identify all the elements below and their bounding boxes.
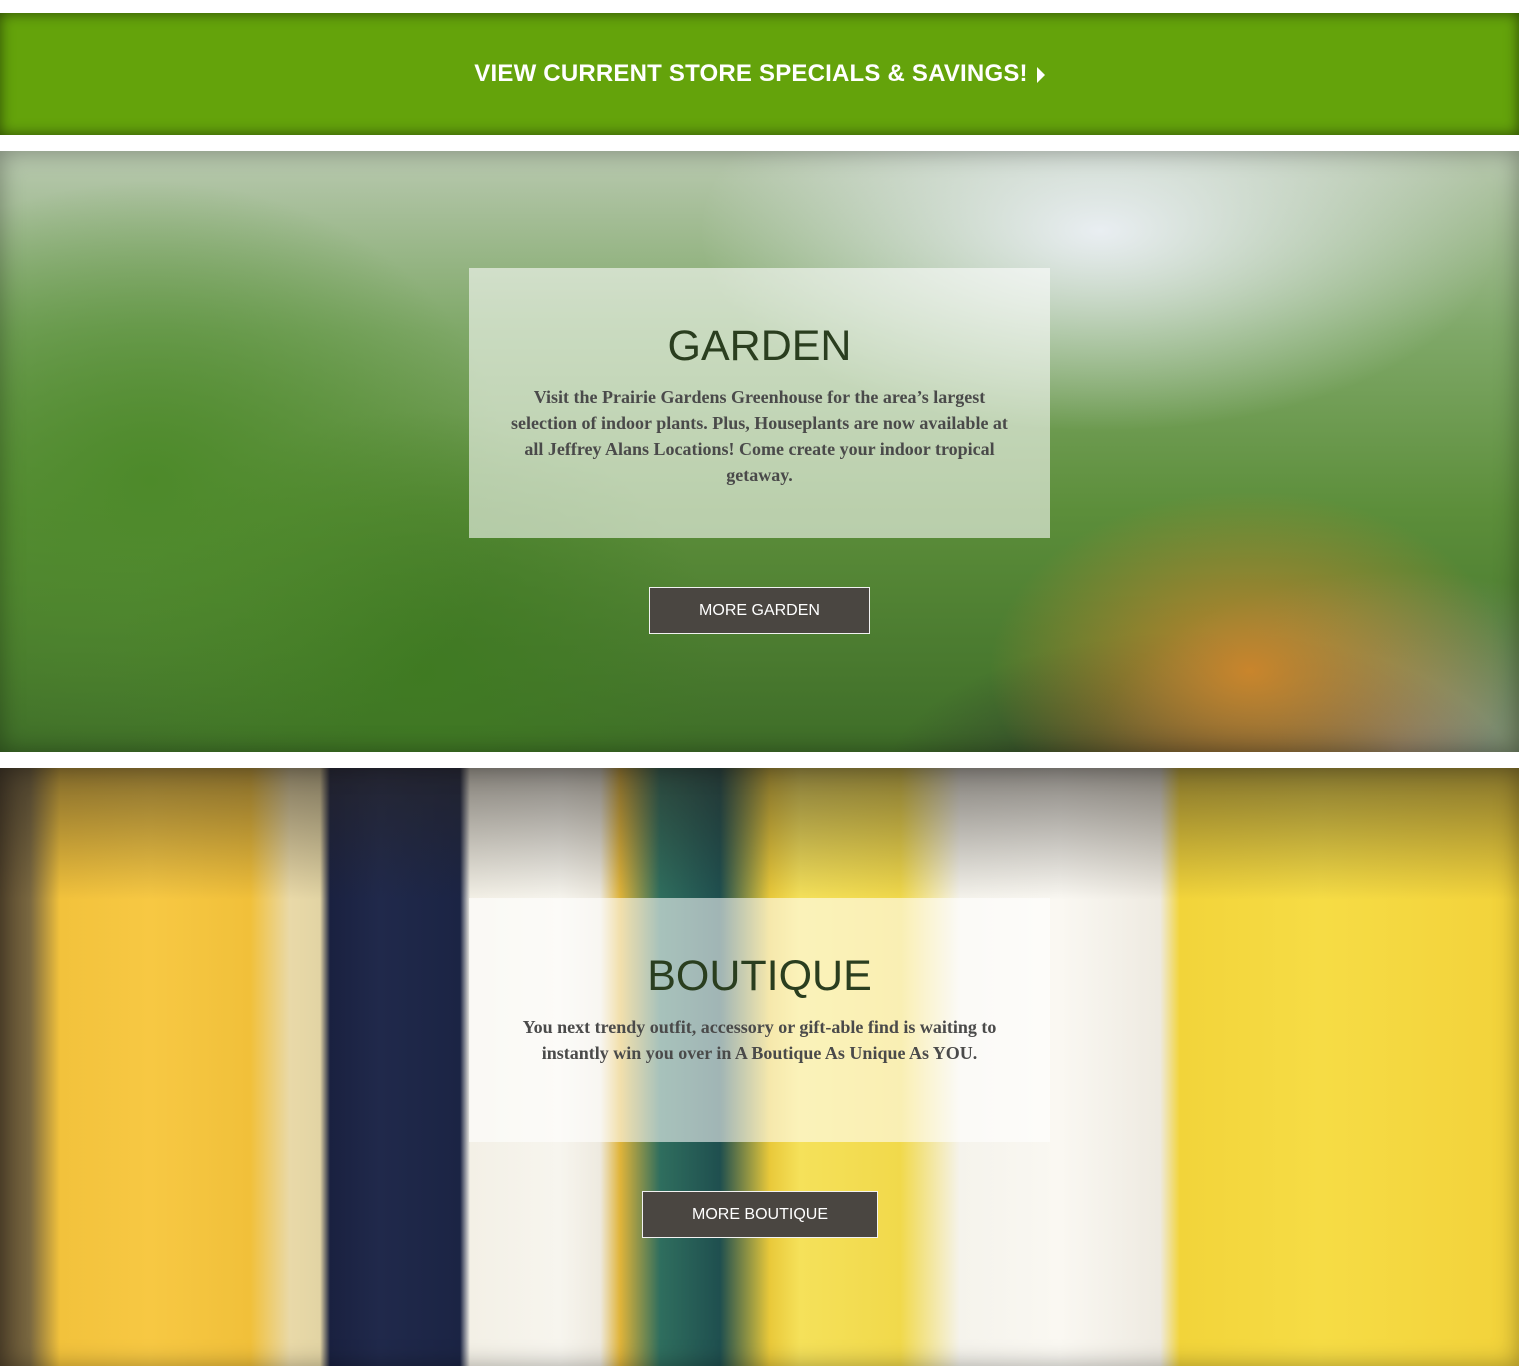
boutique-section: BOUTIQUE You next trendy outfit, accesso… <box>0 768 1519 1366</box>
boutique-title: BOUTIQUE <box>647 952 872 1000</box>
boutique-info-card: BOUTIQUE You next trendy outfit, accesso… <box>469 898 1050 1142</box>
more-garden-button[interactable]: MORE GARDEN <box>649 587 870 634</box>
specials-banner-link[interactable]: VIEW CURRENT STORE SPECIALS & SAVINGS! <box>0 13 1519 135</box>
caret-right-icon <box>1036 67 1045 83</box>
garden-section: GARDEN Visit the Prairie Gardens Greenho… <box>0 151 1519 752</box>
garden-title: GARDEN <box>667 322 852 370</box>
more-boutique-button[interactable]: MORE BOUTIQUE <box>642 1191 878 1238</box>
boutique-description: You next trendy outfit, accessory or gif… <box>522 1017 997 1063</box>
garden-description: Visit the Prairie Gardens Greenhouse for… <box>511 387 1008 485</box>
garden-info-card: GARDEN Visit the Prairie Gardens Greenho… <box>469 268 1050 538</box>
specials-banner-label: VIEW CURRENT STORE SPECIALS & SAVINGS! <box>474 60 1028 87</box>
page: VIEW CURRENT STORE SPECIALS & SAVINGS! G… <box>0 0 1519 1366</box>
